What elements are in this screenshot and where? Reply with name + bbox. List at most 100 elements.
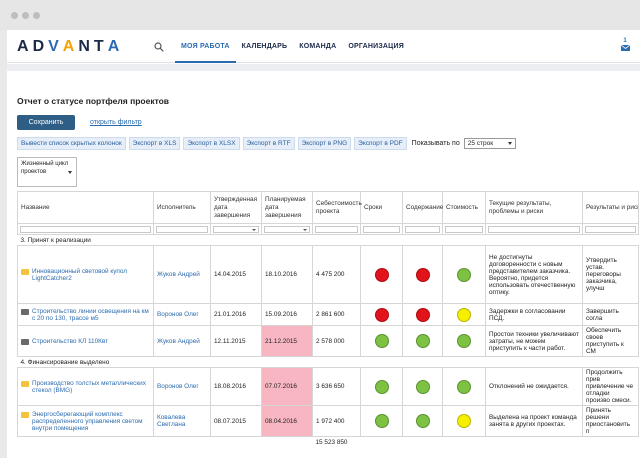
project-link[interactable]: Строительство КЛ 110Квт: [32, 338, 108, 345]
status-indicator-icon: [457, 379, 471, 394]
portfolio-table: Название Исполнитель Утвержденная дата з…: [17, 191, 639, 448]
total-empty-cell: [17, 436, 154, 448]
project-name-wrap: Производство толстых металлических стеко…: [21, 380, 150, 394]
approved-date-cell: 18.08.2016: [210, 367, 262, 406]
status-indicator-icon: [415, 379, 430, 394]
filter-input[interactable]: [405, 225, 440, 233]
status-indicator-icon: [415, 334, 430, 348]
open-filter-link[interactable]: открыть фильтр: [90, 119, 142, 126]
nav-organization[interactable]: ОРГАНИЗАЦИЯ: [342, 30, 410, 63]
browser-titlebar: [0, 0, 640, 30]
status-cell: [402, 325, 443, 357]
project-name-wrap: Инновационный световой купол LightCatche…: [21, 268, 150, 282]
col-header-status-scope[interactable]: Содержание: [402, 191, 443, 224]
col-header-status-time[interactable]: Сроки: [360, 191, 403, 224]
filter-input[interactable]: [315, 225, 358, 233]
header-divider: [7, 64, 640, 71]
nav-team[interactable]: КОМАНДА: [293, 30, 342, 63]
filter-cell: [360, 223, 403, 235]
status-indicator-icon: [415, 267, 430, 282]
status-indicator-icon: [457, 334, 471, 348]
planned-date-cell: 08.04.2016: [261, 405, 313, 437]
col-header-planned-date[interactable]: Планируемая дата завершения: [261, 191, 313, 224]
filter-input[interactable]: [20, 225, 151, 233]
export-xlsx-button[interactable]: Экспорт в XLSX: [183, 136, 240, 150]
rows-per-page-select[interactable]: 25 строк: [463, 137, 516, 149]
project-name-cell: Инновационный световой купол LightCatche…: [17, 245, 154, 304]
planned-date-cell: 21.12.2015: [261, 325, 313, 357]
owner-link[interactable]: Ковалева Светлана: [153, 405, 211, 437]
planned-date-cell: 18.10.2016: [261, 245, 313, 304]
total-empty-cell: [261, 436, 313, 448]
chevron-down-icon: [252, 228, 256, 231]
project-link[interactable]: Инновационный световой купол LightCatche…: [32, 268, 150, 282]
filter-input[interactable]: [585, 225, 636, 233]
project-name-cell: Производство толстых металлических стеко…: [17, 367, 154, 406]
table-row[interactable]: Инновационный световой купол LightCatche…: [17, 245, 639, 304]
approved-date-cell: 14.04.2015: [210, 245, 262, 304]
show-hidden-columns-button[interactable]: Вывести список скрытых колонок: [17, 136, 126, 150]
owner-link[interactable]: Жуков Андрей: [153, 325, 211, 357]
mail-button[interactable]: 1: [620, 38, 630, 53]
folder-icon: [21, 380, 29, 387]
project-name-cell: Строительство КЛ 110Квт: [17, 325, 154, 357]
export-xls-button[interactable]: Экспорт в XLS: [128, 136, 181, 150]
nav-my-work[interactable]: МОЯ РАБОТА: [175, 30, 236, 63]
mail-count-badge: 1: [623, 38, 627, 44]
filter-cell: [312, 223, 361, 235]
nav-calendar[interactable]: КАЛЕНДАРЬ: [236, 30, 294, 63]
col-header-approved-date[interactable]: Утвержденная дата завершения: [210, 191, 262, 224]
col-header-current-results[interactable]: Текущие результаты, проблемы и риски: [485, 191, 583, 224]
filter-select[interactable]: [264, 225, 310, 233]
total-cost-cell: 15 523 850: [312, 436, 361, 448]
project-name-wrap: Строительство КЛ 110Квт: [21, 338, 150, 345]
status-cell: [360, 405, 403, 437]
project-link[interactable]: Производство толстых металлических стеко…: [32, 380, 150, 394]
status-indicator-icon: [374, 334, 389, 348]
save-button[interactable]: Сохранить: [17, 115, 75, 130]
table-row[interactable]: Строительство КЛ 110Квт Жуков Андрей 12.11…: [17, 325, 639, 357]
window-dot-icon: [33, 12, 40, 19]
export-pdf-button[interactable]: Экспорт в PDF: [354, 136, 407, 150]
owner-link[interactable]: Жуков Андрей: [153, 245, 211, 304]
col-header-owner[interactable]: Исполнитель: [153, 191, 211, 224]
filter-input[interactable]: [156, 225, 208, 233]
approved-date-cell: 21.01.2016: [210, 303, 262, 326]
project-link[interactable]: Строительство линии освещения на км с 20…: [32, 308, 150, 322]
col-header-next-results[interactable]: Результаты и риски на следующий период: [582, 191, 639, 224]
table-row[interactable]: Энергосберегающий комплекс распределенно…: [17, 405, 639, 437]
status-cell: [442, 367, 486, 406]
filter-input[interactable]: [445, 225, 483, 233]
total-empty-cell: [582, 436, 639, 448]
next-results-cell: Продолжить прив привлечение че отладки п…: [582, 367, 639, 406]
cost-cell: 2 578 000: [312, 325, 361, 357]
filter-input[interactable]: [363, 225, 400, 233]
status-indicator-icon: [415, 414, 430, 428]
planned-date-cell: 07.07.2016: [261, 367, 313, 406]
filter-select[interactable]: [213, 225, 259, 233]
col-header-status-cost[interactable]: Стоимость: [442, 191, 486, 224]
total-empty-cell: [210, 436, 262, 448]
next-results-cell: Утвердить устав. переговоры заказчика, у…: [582, 245, 639, 304]
filter-input[interactable]: [488, 225, 580, 233]
cost-cell: 1 972 400: [312, 405, 361, 437]
status-cell: [442, 405, 486, 437]
filter-cell: [485, 223, 583, 235]
col-header-name[interactable]: Название: [17, 191, 154, 224]
export-png-button[interactable]: Экспорт в PNG: [297, 136, 352, 150]
table-row[interactable]: Строительство линии освещения на км с 20…: [17, 303, 639, 326]
owner-link[interactable]: Воронов Олег: [153, 303, 211, 326]
cost-cell: 4 475 200: [312, 245, 361, 304]
rows-per-page-label: Показывать по: [411, 139, 460, 147]
project-link[interactable]: Энергосберегающий комплекс распределенно…: [32, 411, 150, 432]
table-row[interactable]: Производство толстых металлических стеко…: [17, 367, 639, 406]
col-header-cost[interactable]: Себестоимость проекта: [312, 191, 362, 224]
export-toolbar: Вывести список скрытых колонок Экспорт в…: [17, 136, 516, 150]
export-rtf-button[interactable]: Экспорт в RTF: [242, 136, 295, 150]
status-cell: [442, 303, 486, 326]
lifecycle-filter[interactable]: Жизненный цикл проектов: [17, 157, 77, 187]
owner-link[interactable]: Воронов Олег: [153, 367, 211, 406]
search-icon[interactable]: [154, 42, 164, 52]
project-name-wrap: Строительство линии освещения на км с 20…: [21, 308, 150, 322]
advanta-logo[interactable]: ADVANTA: [17, 38, 123, 56]
